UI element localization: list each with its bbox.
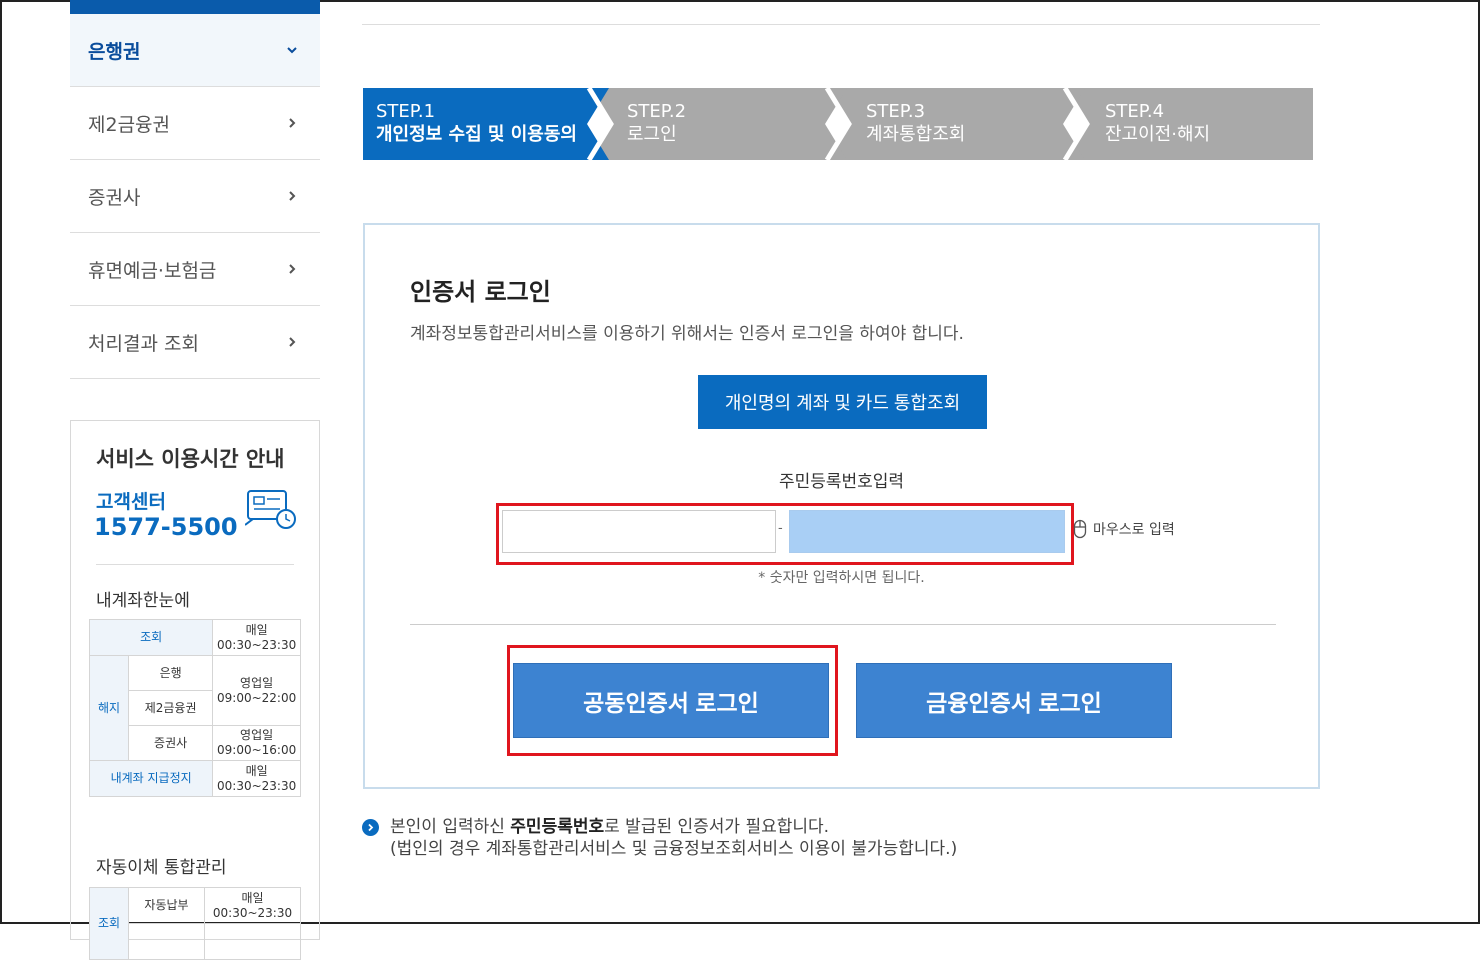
- sidebar-item-result[interactable]: 처리결과 조회: [70, 306, 320, 379]
- rrn-back-input[interactable]: [789, 510, 1065, 553]
- service-hours-box: 서비스 이용시간 안내 고객센터 1577-5500 내계좌한눈에 조회 매일 0…: [70, 420, 320, 960]
- my-accounts-hours-table: 조회 매일 00:30~23:30 해지 은행 영업일 09:00~22:00 제2…: [88, 619, 301, 797]
- table-cell: 매일 00:30~23:30: [204, 887, 301, 924]
- table-cell: [128, 923, 205, 960]
- login-description: 계좌정보통합관리서비스를 이용하기 위해서는 인증서 로그인을 하여야 합니다.: [410, 324, 964, 344]
- sidebar-item-label: 증권사: [88, 186, 141, 209]
- login-title: 인증서 로그인: [410, 278, 551, 306]
- step-progress: STEP.1 개인정보 수집 및 이용동의 STEP.2 로그인 STEP.3 …: [363, 88, 1313, 160]
- notice-line-2: (법인의 경우 계좌통합관리서비스 및 금융정보조회서비스 이용이 불가능합니다…: [390, 839, 958, 859]
- sidebar-item-label: 휴면예금·보험금: [88, 259, 217, 282]
- chevron-right-icon: [284, 188, 300, 204]
- table-cell: 영업일 09:00~22:00: [212, 655, 301, 726]
- chevron-right-icon: [284, 115, 300, 131]
- step-number: STEP.1: [376, 101, 436, 122]
- step-1: STEP.1 개인정보 수집 및 이용동의: [376, 100, 577, 146]
- step-name: 잔고이전·해지: [1105, 124, 1211, 145]
- step-number: STEP.4: [1105, 101, 1165, 122]
- sidebar-header-bar: [70, 0, 320, 14]
- page-title-underline: [362, 24, 1320, 25]
- mouse-input-button[interactable]: 마우스로 입력: [1073, 519, 1175, 539]
- sidebar-item-second-finance[interactable]: 제2금융권: [70, 87, 320, 160]
- table-cell: 자동납부: [128, 887, 205, 924]
- sidebar-item-label: 제2금융권: [88, 113, 171, 136]
- joint-certificate-login-button[interactable]: 공동인증서 로그인: [513, 663, 829, 738]
- customer-center-label: 고객센터: [96, 491, 166, 513]
- sidebar-menu: 은행권 제2금융권 증권사 휴면예금·보험금 처리결과 조회: [70, 14, 320, 379]
- step-3: STEP.3 계좌통합조회: [866, 100, 965, 146]
- my-accounts-title: 내계좌한눈에: [96, 591, 190, 611]
- table-cell: 매일 00:30~23:30: [212, 760, 301, 797]
- sidebar-item-label: 처리결과 조회: [88, 332, 199, 355]
- step-number: STEP.3: [866, 101, 926, 122]
- autopay-title: 자동이체 통합관리: [96, 858, 227, 878]
- step-name: 계좌통합조회: [866, 124, 966, 145]
- chevron-right-icon: [284, 334, 300, 350]
- rrn-front-input[interactable]: [502, 510, 776, 553]
- mouse-icon: [1073, 519, 1087, 539]
- chevron-right-icon: [284, 261, 300, 277]
- divider: [96, 564, 294, 565]
- customer-center-phone: 1577-5500: [94, 513, 238, 541]
- rrn-note: * 숫자만 입력하시면 됩니다.: [758, 570, 925, 586]
- service-clock-icon: [244, 489, 297, 533]
- step-number: STEP.2: [627, 101, 687, 122]
- rrn-dash: -: [778, 521, 783, 536]
- step-2: STEP.2 로그인: [627, 100, 686, 146]
- certificate-login-panel: 인증서 로그인 계좌정보통합관리서비스를 이용하기 위해서는 인증서 로그인을 …: [363, 223, 1320, 789]
- divider: [410, 624, 1276, 625]
- sidebar-item-label: 은행권: [88, 40, 141, 63]
- chevron-down-icon: [284, 42, 300, 58]
- table-cell: 해지: [89, 655, 129, 761]
- table-cell: 제2금융권: [127, 690, 214, 726]
- sidebar-item-securities[interactable]: 증권사: [70, 160, 320, 233]
- chevron-circle-icon: [362, 819, 379, 836]
- service-hours-title: 서비스 이용시간 안내: [96, 447, 285, 471]
- table-cell: 증권사: [127, 725, 214, 761]
- table-cell: 영업일 09:00~16:00: [212, 725, 301, 761]
- sidebar-item-bank[interactable]: 은행권: [70, 14, 320, 87]
- step-name: 개인정보 수집 및 이용동의: [376, 124, 577, 145]
- rrn-label: 주민등록번호입력: [778, 472, 905, 492]
- table-cell: 매일 00:30~23:30: [212, 619, 301, 656]
- sidebar-item-dormant[interactable]: 휴면예금·보험금: [70, 233, 320, 306]
- table-cell: 내계좌 지급정지: [88, 760, 214, 797]
- table-cell: 조회: [88, 619, 214, 656]
- table-cell: [204, 923, 301, 960]
- window-frame-left: [0, 0, 2, 924]
- notice-line-1: 본인이 입력하신 주민등록번호로 발급된 인증서가 필요합니다.: [390, 817, 830, 837]
- table-cell: 은행: [127, 655, 214, 691]
- personal-account-inquiry-button[interactable]: 개인명의 계좌 및 카드 통합조회: [698, 375, 987, 429]
- step-name: 로그인: [627, 124, 677, 145]
- step-4: STEP.4 잔고이전·해지: [1105, 100, 1210, 146]
- financial-certificate-login-button[interactable]: 금융인증서 로그인: [856, 663, 1172, 738]
- mouse-input-label: 마우스로 입력: [1093, 522, 1175, 538]
